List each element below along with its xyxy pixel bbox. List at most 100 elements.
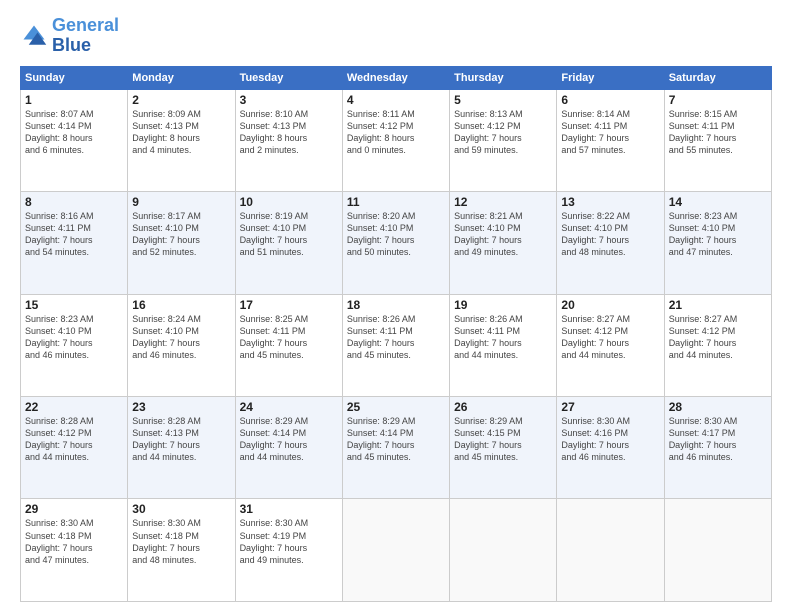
calendar-cell: 24Sunrise: 8:29 AM Sunset: 4:14 PM Dayli… xyxy=(235,397,342,499)
day-info: Sunrise: 8:23 AM Sunset: 4:10 PM Dayligh… xyxy=(25,313,123,362)
day-number: 22 xyxy=(25,400,123,414)
day-header-sunday: Sunday xyxy=(21,66,128,89)
day-number: 24 xyxy=(240,400,338,414)
calendar-cell: 20Sunrise: 8:27 AM Sunset: 4:12 PM Dayli… xyxy=(557,294,664,396)
day-number: 31 xyxy=(240,502,338,516)
calendar-week-3: 15Sunrise: 8:23 AM Sunset: 4:10 PM Dayli… xyxy=(21,294,772,396)
calendar-cell: 11Sunrise: 8:20 AM Sunset: 4:10 PM Dayli… xyxy=(342,192,449,294)
logo: General Blue xyxy=(20,16,119,56)
day-number: 23 xyxy=(132,400,230,414)
day-number: 12 xyxy=(454,195,552,209)
day-number: 5 xyxy=(454,93,552,107)
day-number: 4 xyxy=(347,93,445,107)
calendar-cell: 17Sunrise: 8:25 AM Sunset: 4:11 PM Dayli… xyxy=(235,294,342,396)
day-number: 26 xyxy=(454,400,552,414)
logo-icon xyxy=(20,22,48,50)
day-number: 6 xyxy=(561,93,659,107)
day-info: Sunrise: 8:29 AM Sunset: 4:15 PM Dayligh… xyxy=(454,415,552,464)
day-info: Sunrise: 8:21 AM Sunset: 4:10 PM Dayligh… xyxy=(454,210,552,259)
day-header-tuesday: Tuesday xyxy=(235,66,342,89)
calendar-week-2: 8Sunrise: 8:16 AM Sunset: 4:11 PM Daylig… xyxy=(21,192,772,294)
day-info: Sunrise: 8:27 AM Sunset: 4:12 PM Dayligh… xyxy=(669,313,767,362)
calendar-cell: 14Sunrise: 8:23 AM Sunset: 4:10 PM Dayli… xyxy=(664,192,771,294)
calendar-week-5: 29Sunrise: 8:30 AM Sunset: 4:18 PM Dayli… xyxy=(21,499,772,602)
day-info: Sunrise: 8:13 AM Sunset: 4:12 PM Dayligh… xyxy=(454,108,552,157)
page: General Blue SundayMondayTuesdayWednesda… xyxy=(0,0,792,612)
day-info: Sunrise: 8:10 AM Sunset: 4:13 PM Dayligh… xyxy=(240,108,338,157)
calendar-header-row: SundayMondayTuesdayWednesdayThursdayFrid… xyxy=(21,66,772,89)
day-number: 30 xyxy=(132,502,230,516)
day-header-monday: Monday xyxy=(128,66,235,89)
calendar-cell: 13Sunrise: 8:22 AM Sunset: 4:10 PM Dayli… xyxy=(557,192,664,294)
day-header-thursday: Thursday xyxy=(450,66,557,89)
calendar-week-4: 22Sunrise: 8:28 AM Sunset: 4:12 PM Dayli… xyxy=(21,397,772,499)
calendar-week-1: 1Sunrise: 8:07 AM Sunset: 4:14 PM Daylig… xyxy=(21,89,772,191)
day-info: Sunrise: 8:14 AM Sunset: 4:11 PM Dayligh… xyxy=(561,108,659,157)
day-header-friday: Friday xyxy=(557,66,664,89)
calendar-cell: 21Sunrise: 8:27 AM Sunset: 4:12 PM Dayli… xyxy=(664,294,771,396)
day-info: Sunrise: 8:29 AM Sunset: 4:14 PM Dayligh… xyxy=(240,415,338,464)
calendar-cell: 18Sunrise: 8:26 AM Sunset: 4:11 PM Dayli… xyxy=(342,294,449,396)
calendar-cell: 23Sunrise: 8:28 AM Sunset: 4:13 PM Dayli… xyxy=(128,397,235,499)
calendar-cell: 9Sunrise: 8:17 AM Sunset: 4:10 PM Daylig… xyxy=(128,192,235,294)
calendar-cell: 12Sunrise: 8:21 AM Sunset: 4:10 PM Dayli… xyxy=(450,192,557,294)
day-info: Sunrise: 8:22 AM Sunset: 4:10 PM Dayligh… xyxy=(561,210,659,259)
calendar-cell: 16Sunrise: 8:24 AM Sunset: 4:10 PM Dayli… xyxy=(128,294,235,396)
calendar-cell xyxy=(557,499,664,602)
day-info: Sunrise: 8:16 AM Sunset: 4:11 PM Dayligh… xyxy=(25,210,123,259)
day-info: Sunrise: 8:27 AM Sunset: 4:12 PM Dayligh… xyxy=(561,313,659,362)
calendar-cell: 7Sunrise: 8:15 AM Sunset: 4:11 PM Daylig… xyxy=(664,89,771,191)
day-number: 18 xyxy=(347,298,445,312)
day-number: 21 xyxy=(669,298,767,312)
calendar-cell: 22Sunrise: 8:28 AM Sunset: 4:12 PM Dayli… xyxy=(21,397,128,499)
calendar-cell: 10Sunrise: 8:19 AM Sunset: 4:10 PM Dayli… xyxy=(235,192,342,294)
day-info: Sunrise: 8:28 AM Sunset: 4:12 PM Dayligh… xyxy=(25,415,123,464)
calendar-cell: 8Sunrise: 8:16 AM Sunset: 4:11 PM Daylig… xyxy=(21,192,128,294)
day-info: Sunrise: 8:15 AM Sunset: 4:11 PM Dayligh… xyxy=(669,108,767,157)
day-info: Sunrise: 8:30 AM Sunset: 4:18 PM Dayligh… xyxy=(132,517,230,566)
calendar-cell: 30Sunrise: 8:30 AM Sunset: 4:18 PM Dayli… xyxy=(128,499,235,602)
day-header-saturday: Saturday xyxy=(664,66,771,89)
calendar-cell: 6Sunrise: 8:14 AM Sunset: 4:11 PM Daylig… xyxy=(557,89,664,191)
day-info: Sunrise: 8:30 AM Sunset: 4:17 PM Dayligh… xyxy=(669,415,767,464)
day-number: 16 xyxy=(132,298,230,312)
day-number: 11 xyxy=(347,195,445,209)
day-info: Sunrise: 8:30 AM Sunset: 4:16 PM Dayligh… xyxy=(561,415,659,464)
day-number: 20 xyxy=(561,298,659,312)
day-number: 8 xyxy=(25,195,123,209)
day-number: 19 xyxy=(454,298,552,312)
calendar-cell xyxy=(342,499,449,602)
day-number: 14 xyxy=(669,195,767,209)
logo-text: General Blue xyxy=(52,16,119,56)
calendar-cell: 27Sunrise: 8:30 AM Sunset: 4:16 PM Dayli… xyxy=(557,397,664,499)
header: General Blue xyxy=(20,16,772,56)
day-info: Sunrise: 8:25 AM Sunset: 4:11 PM Dayligh… xyxy=(240,313,338,362)
day-number: 9 xyxy=(132,195,230,209)
calendar-cell: 26Sunrise: 8:29 AM Sunset: 4:15 PM Dayli… xyxy=(450,397,557,499)
day-number: 15 xyxy=(25,298,123,312)
day-info: Sunrise: 8:26 AM Sunset: 4:11 PM Dayligh… xyxy=(347,313,445,362)
day-number: 25 xyxy=(347,400,445,414)
calendar-cell: 19Sunrise: 8:26 AM Sunset: 4:11 PM Dayli… xyxy=(450,294,557,396)
day-info: Sunrise: 8:24 AM Sunset: 4:10 PM Dayligh… xyxy=(132,313,230,362)
day-number: 13 xyxy=(561,195,659,209)
calendar-cell: 25Sunrise: 8:29 AM Sunset: 4:14 PM Dayli… xyxy=(342,397,449,499)
day-number: 10 xyxy=(240,195,338,209)
day-number: 1 xyxy=(25,93,123,107)
day-info: Sunrise: 8:30 AM Sunset: 4:18 PM Dayligh… xyxy=(25,517,123,566)
calendar-cell: 28Sunrise: 8:30 AM Sunset: 4:17 PM Dayli… xyxy=(664,397,771,499)
day-info: Sunrise: 8:19 AM Sunset: 4:10 PM Dayligh… xyxy=(240,210,338,259)
day-number: 29 xyxy=(25,502,123,516)
day-info: Sunrise: 8:11 AM Sunset: 4:12 PM Dayligh… xyxy=(347,108,445,157)
day-number: 3 xyxy=(240,93,338,107)
day-info: Sunrise: 8:20 AM Sunset: 4:10 PM Dayligh… xyxy=(347,210,445,259)
day-number: 2 xyxy=(132,93,230,107)
day-info: Sunrise: 8:09 AM Sunset: 4:13 PM Dayligh… xyxy=(132,108,230,157)
calendar-table: SundayMondayTuesdayWednesdayThursdayFrid… xyxy=(20,66,772,602)
calendar-cell: 3Sunrise: 8:10 AM Sunset: 4:13 PM Daylig… xyxy=(235,89,342,191)
day-info: Sunrise: 8:23 AM Sunset: 4:10 PM Dayligh… xyxy=(669,210,767,259)
day-info: Sunrise: 8:30 AM Sunset: 4:19 PM Dayligh… xyxy=(240,517,338,566)
day-number: 27 xyxy=(561,400,659,414)
calendar-cell xyxy=(450,499,557,602)
day-number: 28 xyxy=(669,400,767,414)
